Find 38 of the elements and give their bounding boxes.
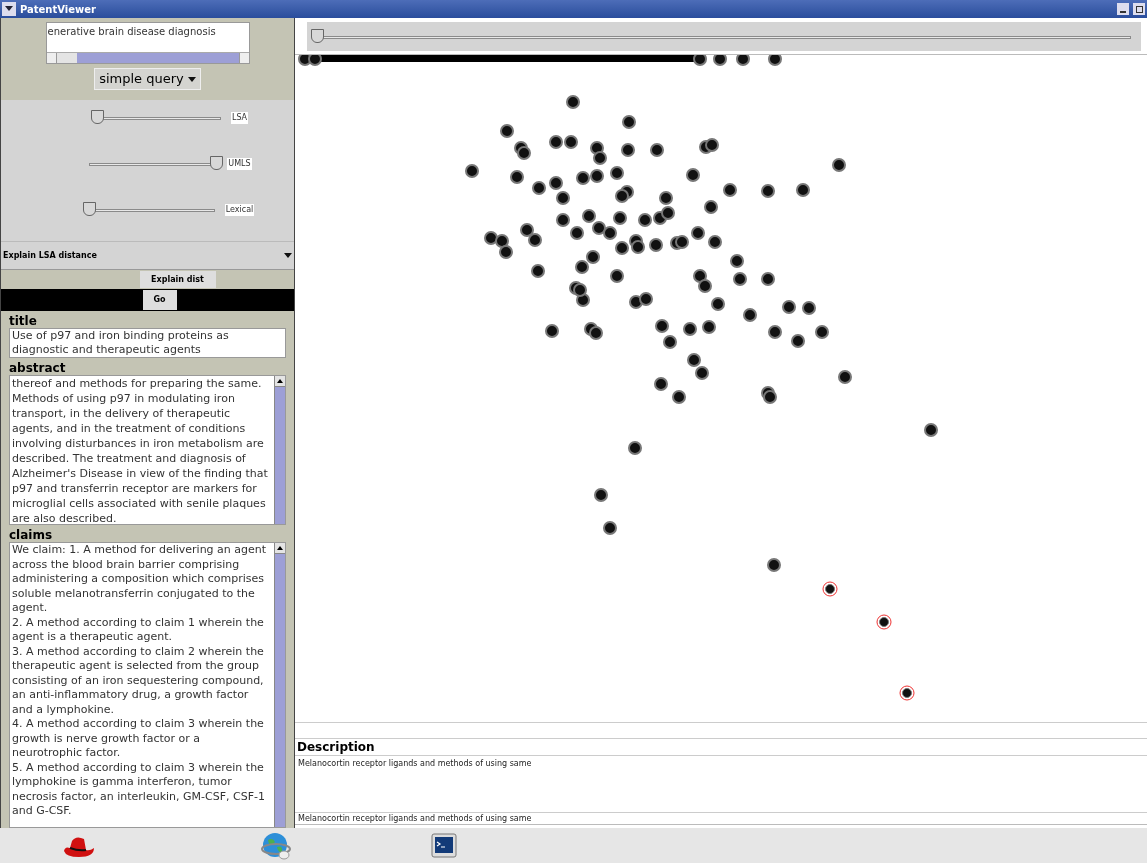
query-field[interactable]: enerative brain disease diagnosis — [45, 22, 250, 64]
claim-text: 4. A method according to claim 3 wherein the growth is nerve growth factor or a neurotrophic factor. — [12, 717, 265, 761]
claim-text: 2. A method according to claim 1 wherein the agent is a therapeutic agent. — [12, 615, 265, 645]
caret-icon — [187, 76, 196, 82]
field-label: abstract — [9, 361, 67, 375]
field-label: title — [9, 314, 38, 328]
abstract-text: thereof and methods for preparing the same. Methods of using p97 in modulating iron transport, in the delivery of therapeutic agents, and in the treatment of conditions involving disturbances in iron metabolism are described. The treatment and diagnosis of Alzheimer's Disease in view of the finding that p97 and transferrin receptor are markers for microglial cells associated with senile plaques are also described. — [11, 376, 269, 524]
slider-thumb[interactable] — [83, 202, 97, 216]
scroll-up-icon[interactable] — [275, 376, 285, 387]
globe-icon[interactable] — [260, 830, 292, 861]
description-text: Melanocortin receptor ligands and methods of using same — [295, 755, 1147, 813]
scrollbar[interactable] — [46, 52, 249, 63]
window-title: PatentViewer — [20, 2, 96, 17]
claim-text: 3. A method according to claim 2 wherein the therapeutic agent is selected from the group consisting of an iron sequestering compound, an anti-inflammatory drug, a growth factor and a lymphokine. — [12, 644, 265, 717]
explain-dropdown[interactable]: Explain LSA distance — [1, 242, 294, 270]
window-menu-icon[interactable] — [2, 2, 16, 16]
slider-thumb[interactable] — [210, 156, 224, 170]
maximize-icon[interactable] — [1133, 3, 1145, 15]
title-text: Use of p97 and iron binding proteins as diagnostic and therapeutic agents — [9, 328, 286, 358]
claim-text: 5. A method according to claim 3 wherein the lymphokine is gamma interferon, tumor necrosis factor, an interleukin, GM-CSF, CSF-1 and G-CSF. — [12, 760, 266, 819]
slider-label: UMLS — [227, 158, 252, 170]
minimize-icon[interactable] — [1117, 3, 1129, 15]
explain-dist-button[interactable]: Explain dist — [139, 271, 216, 288]
slider-thumb[interactable] — [90, 110, 104, 124]
description-label: Description — [296, 739, 376, 755]
slider-thumb[interactable] — [311, 28, 324, 43]
caret-icon — [284, 253, 292, 258]
claim-text: We claim: 1. A method for delivering an agent across the blood brain barrier comprising administering a composition which comprises soluble melanotransferrin conjugated to the agent. — [12, 543, 268, 616]
go-button[interactable]: Go — [142, 290, 177, 310]
scrollbar[interactable] — [274, 543, 285, 827]
scrollbar[interactable] — [274, 376, 285, 524]
slider-label: LSA — [230, 112, 249, 124]
query-type-dropdown[interactable]: simple query — [94, 68, 201, 90]
field-label: claims — [9, 528, 54, 542]
slider-label: Lexical — [224, 204, 255, 216]
status-text: Melanocortin receptor ligands and methods of using same — [295, 813, 1147, 825]
terminal-icon[interactable] — [430, 831, 458, 860]
scroll-up-icon[interactable] — [275, 543, 285, 554]
